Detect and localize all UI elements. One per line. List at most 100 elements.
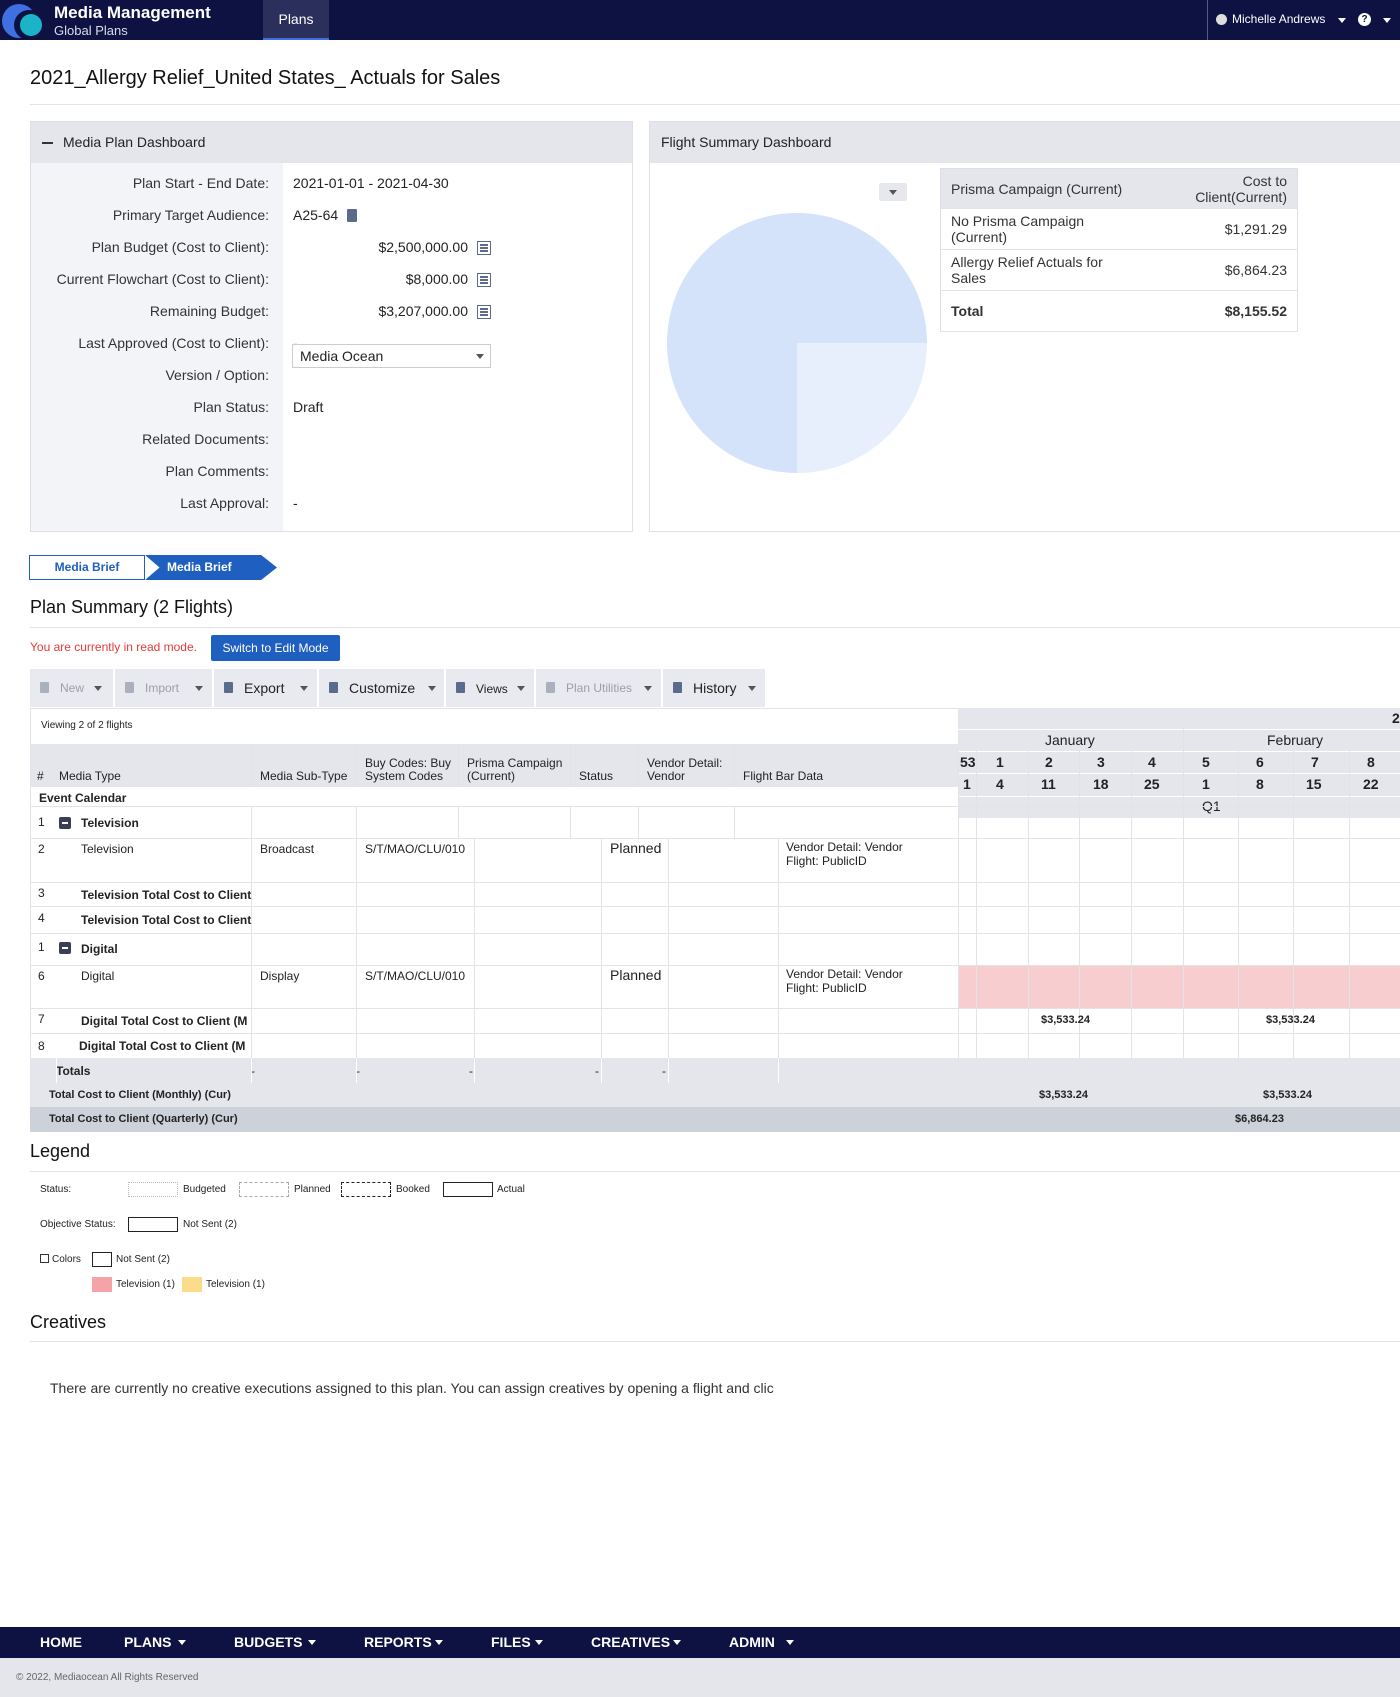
reports-chevron-down-icon <box>435 1640 443 1645</box>
nav-tab-plans[interactable]: Plans <box>263 0 329 40</box>
budgets-chevron-down-icon <box>308 1640 316 1645</box>
media-plan-dashboard-title: Media Plan Dashboard <box>63 134 206 150</box>
views-button[interactable]: Views <box>446 669 535 707</box>
legend-colors-not-sent: Not Sent (2) <box>116 1254 170 1265</box>
grid-line <box>251 806 252 838</box>
col-header-prisma-campaign[interactable]: Prisma Campaign <box>467 756 562 770</box>
legend-colors-toggle[interactable]: Colors <box>40 1254 81 1265</box>
user-menu[interactable]: Michelle Andrews ? <box>1207 0 1400 40</box>
user-menu-chevron-down-icon[interactable] <box>1338 18 1346 23</box>
footer-nav-files-label: FILES <box>491 1634 531 1650</box>
footer-nav-files[interactable]: FILES <box>491 1627 561 1658</box>
television-total-row: Television Total Cost to Client <box>81 888 252 902</box>
flight-summary-row: Allergy Relief Actuals for Sales $6,864.… <box>940 249 1298 291</box>
edit-icon[interactable] <box>40 1254 49 1263</box>
help-menu-chevron-down-icon[interactable] <box>1383 18 1391 23</box>
col-header-buy-codes[interactable]: Buy Codes: Buy <box>365 756 451 770</box>
chart-options-dropdown[interactable] <box>879 183 907 201</box>
week-day: 22 <box>1363 776 1379 792</box>
plan-dates-value: 2021-01-01 - 2021-04-30 <box>293 175 449 191</box>
campaign-name: Allergy Relief Actuals for Sales <box>940 249 1142 291</box>
flight-media-sub-type: Broadcast <box>260 842 315 856</box>
col-header-media-type[interactable]: Media Type <box>59 769 121 783</box>
version-chevron-down-icon[interactable] <box>476 354 484 359</box>
flight-summary-total-row: Total $8,155.52 <box>940 290 1298 332</box>
creatives-chevron-down-icon <box>673 1640 681 1645</box>
flight-media-type[interactable]: Television <box>81 842 134 856</box>
creatives-title: Creatives <box>30 1312 107 1332</box>
media-brief-step-2[interactable]: Media Brief <box>145 555 277 580</box>
legend-television-yellow-swatch <box>182 1277 202 1292</box>
footer-navigation: HOME PLANS BUDGETS REPORTS FILES CREATIV… <box>0 1627 1400 1658</box>
footer-nav-admin[interactable]: ADMIN <box>729 1627 809 1658</box>
mediaocean-logo-icon[interactable] <box>0 2 48 40</box>
dash-label-remaining-budget: Remaining Budget: <box>149 303 269 319</box>
title-divider <box>30 104 1400 105</box>
col-header-num: # <box>37 769 44 783</box>
export-button[interactable]: Export <box>214 669 318 707</box>
flight-summary-dashboard-header: Flight Summary Dashboard <box>650 122 1400 163</box>
flight-grid: Viewing 2 of 2 flights # Media Type Medi… <box>30 708 1400 1132</box>
plan-budget-value: $2,500,000.00 <box>378 239 468 255</box>
group-television[interactable]: Television <box>81 816 139 830</box>
customize-label: Customize <box>349 680 416 696</box>
footer-nav-reports-label: REPORTS <box>364 1634 432 1650</box>
collapse-digital-icon[interactable] <box>59 942 71 954</box>
user-name[interactable]: Michelle Andrews <box>1232 12 1325 26</box>
week-number: 4 <box>1148 754 1156 770</box>
plan-budget-calculator-icon[interactable] <box>477 241 491 255</box>
flight-summary-dashboard-title: Flight Summary Dashboard <box>661 134 832 150</box>
week-day: 1 <box>1202 776 1210 792</box>
legend-color-television-1: Television (1) <box>116 1279 175 1290</box>
campaign-cost: $1,291.29 <box>1141 208 1298 250</box>
import-button[interactable]: Import <box>115 669 213 707</box>
views-label: Views <box>476 682 508 696</box>
read-mode-notice: You are currently in read mode. <box>30 640 197 654</box>
pie-slice[interactable] <box>797 343 927 473</box>
footer-nav-reports[interactable]: REPORTS <box>364 1627 454 1658</box>
footer-nav-home-label: HOME <box>40 1634 82 1650</box>
totals-dash: - <box>469 1064 473 1078</box>
plan-utilities-button[interactable]: Plan Utilities <box>536 669 662 707</box>
current-flowchart-calculator-icon[interactable] <box>477 273 491 287</box>
digital-flight-bar[interactable] <box>958 965 1400 1008</box>
week-number: 1 <box>996 754 1004 770</box>
grid-line <box>601 1058 602 1083</box>
footer-nav-budgets[interactable]: BUDGETS <box>234 1627 324 1658</box>
week-day: 4 <box>996 776 1004 792</box>
grid-line <box>251 838 252 1058</box>
grid-line <box>356 744 357 787</box>
week-day: 8 <box>1256 776 1264 792</box>
switch-to-edit-mode-button[interactable]: Switch to Edit Mode <box>211 635 340 661</box>
flight-summary-pie-chart <box>667 213 927 473</box>
customize-button[interactable]: Customize <box>319 669 445 707</box>
col-header-status[interactable]: Status <box>579 769 613 783</box>
footer-nav-home[interactable]: HOME <box>40 1627 82 1658</box>
footer-nav-creatives[interactable]: CREATIVES <box>591 1627 691 1658</box>
col-header-media-sub-type[interactable]: Media Sub-Type <box>260 769 347 783</box>
footer-nav-plans[interactable]: PLANS <box>124 1627 194 1658</box>
media-plan-dashboard-header[interactable]: Media Plan Dashboard <box>31 122 632 163</box>
dash-label-plan-comments: Plan Comments: <box>165 463 269 479</box>
new-button[interactable]: New <box>30 669 114 707</box>
col-header-flight-bar-data[interactable]: Flight Bar Data <box>743 769 823 783</box>
remaining-budget-calculator-icon[interactable] <box>477 305 491 319</box>
dash-label-version: Version / Option: <box>165 367 269 383</box>
digital-total-row: Digital Total Cost to Client (M <box>81 1014 248 1028</box>
collapse-television-icon[interactable] <box>59 817 71 829</box>
grid-line <box>958 751 1400 752</box>
history-button[interactable]: History <box>663 669 766 707</box>
audience-document-icon[interactable] <box>347 209 357 222</box>
group-digital[interactable]: Digital <box>81 942 118 956</box>
row-num: 8 <box>38 1039 45 1053</box>
legend-color-television-2: Television (1) <box>206 1279 265 1290</box>
grid-line <box>778 838 779 1058</box>
collapse-icon[interactable] <box>42 142 53 144</box>
col-header-vendor-detail[interactable]: Vendor Detail: <box>647 756 722 770</box>
grid-line <box>30 882 1400 883</box>
media-brief-step-1[interactable]: Media Brief <box>29 555 145 580</box>
help-icon[interactable]: ? <box>1358 13 1371 26</box>
version-option-select[interactable]: Media Ocean <box>292 344 491 368</box>
flight-media-type[interactable]: Digital <box>81 969 114 983</box>
grid-line <box>30 1033 1400 1034</box>
